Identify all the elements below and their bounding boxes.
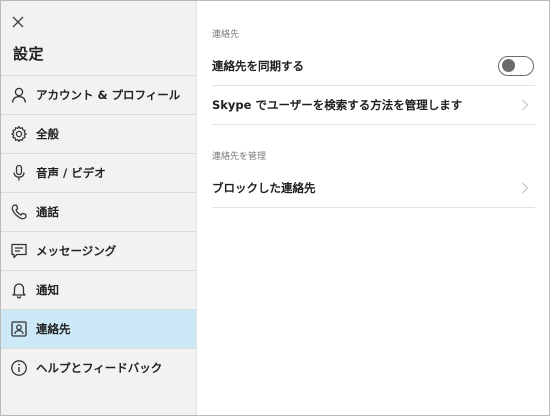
sidebar-item-label: 音声 / ビデオ (36, 166, 106, 180)
sidebar-item-audio-video[interactable]: 音声 / ビデオ (1, 153, 196, 192)
contacts-settings-panel: 連絡先 連絡先を同期する Skype でユーザーを検索する方法を管理します 連絡… (197, 1, 549, 415)
sidebar-item-label: アカウント & プロフィール (36, 88, 181, 102)
sidebar-item-label: 通話 (36, 205, 59, 219)
settings-sidebar: 設定 アカウント & プロフィール 全般 音声 / ビデオ 通話 メッセージング… (1, 1, 197, 415)
sidebar-item-label: ヘルプとフィードバック (36, 361, 163, 375)
blocked-contacts-row[interactable]: ブロックした連絡先 (212, 169, 535, 208)
bell-icon (9, 280, 29, 300)
sync-contacts-toggle[interactable] (498, 56, 534, 76)
sync-contacts-label: 連絡先を同期する (212, 59, 304, 73)
info-icon (9, 358, 29, 378)
find-me-settings-row[interactable]: Skype でユーザーを検索する方法を管理します (212, 86, 535, 125)
sidebar-item-messaging[interactable]: メッセージング (1, 231, 196, 270)
sync-contacts-row[interactable]: 連絡先を同期する (212, 47, 535, 86)
sidebar-item-label: 全般 (36, 127, 59, 141)
sidebar-item-label: メッセージング (36, 244, 117, 258)
sidebar-item-contacts[interactable]: 連絡先 (1, 309, 196, 348)
gear-icon (9, 124, 29, 144)
chevron-right-icon (519, 98, 531, 112)
blocked-contacts-label: ブロックした連絡先 (212, 181, 316, 195)
section-header-manage-contacts: 連絡先を管理 (212, 152, 267, 162)
sidebar-item-calls[interactable]: 通話 (1, 192, 196, 231)
sidebar-item-general[interactable]: 全般 (1, 114, 196, 153)
sidebar-item-notifications[interactable]: 通知 (1, 270, 196, 309)
person-icon (9, 85, 29, 105)
close-icon (12, 16, 24, 28)
settings-title: 設定 (13, 45, 45, 63)
settings-window: 設定 アカウント & プロフィール 全般 音声 / ビデオ 通話 メッセージング… (0, 0, 550, 416)
sidebar-item-label: 通知 (36, 283, 59, 297)
message-icon (9, 241, 29, 261)
contact-card-icon (9, 319, 29, 339)
sidebar-item-account[interactable]: アカウント & プロフィール (1, 75, 196, 114)
close-button[interactable] (9, 13, 27, 31)
sidebar-item-label: 連絡先 (36, 322, 71, 336)
settings-nav: アカウント & プロフィール 全般 音声 / ビデオ 通話 メッセージング 通知… (1, 75, 196, 387)
chevron-right-icon (519, 181, 531, 195)
find-me-label: Skype でユーザーを検索する方法を管理します (212, 98, 463, 112)
toggle-knob (502, 59, 515, 72)
phone-icon (9, 202, 29, 222)
sidebar-item-help[interactable]: ヘルプとフィードバック (1, 348, 196, 387)
microphone-icon (9, 163, 29, 183)
section-header-contacts: 連絡先 (212, 30, 240, 40)
